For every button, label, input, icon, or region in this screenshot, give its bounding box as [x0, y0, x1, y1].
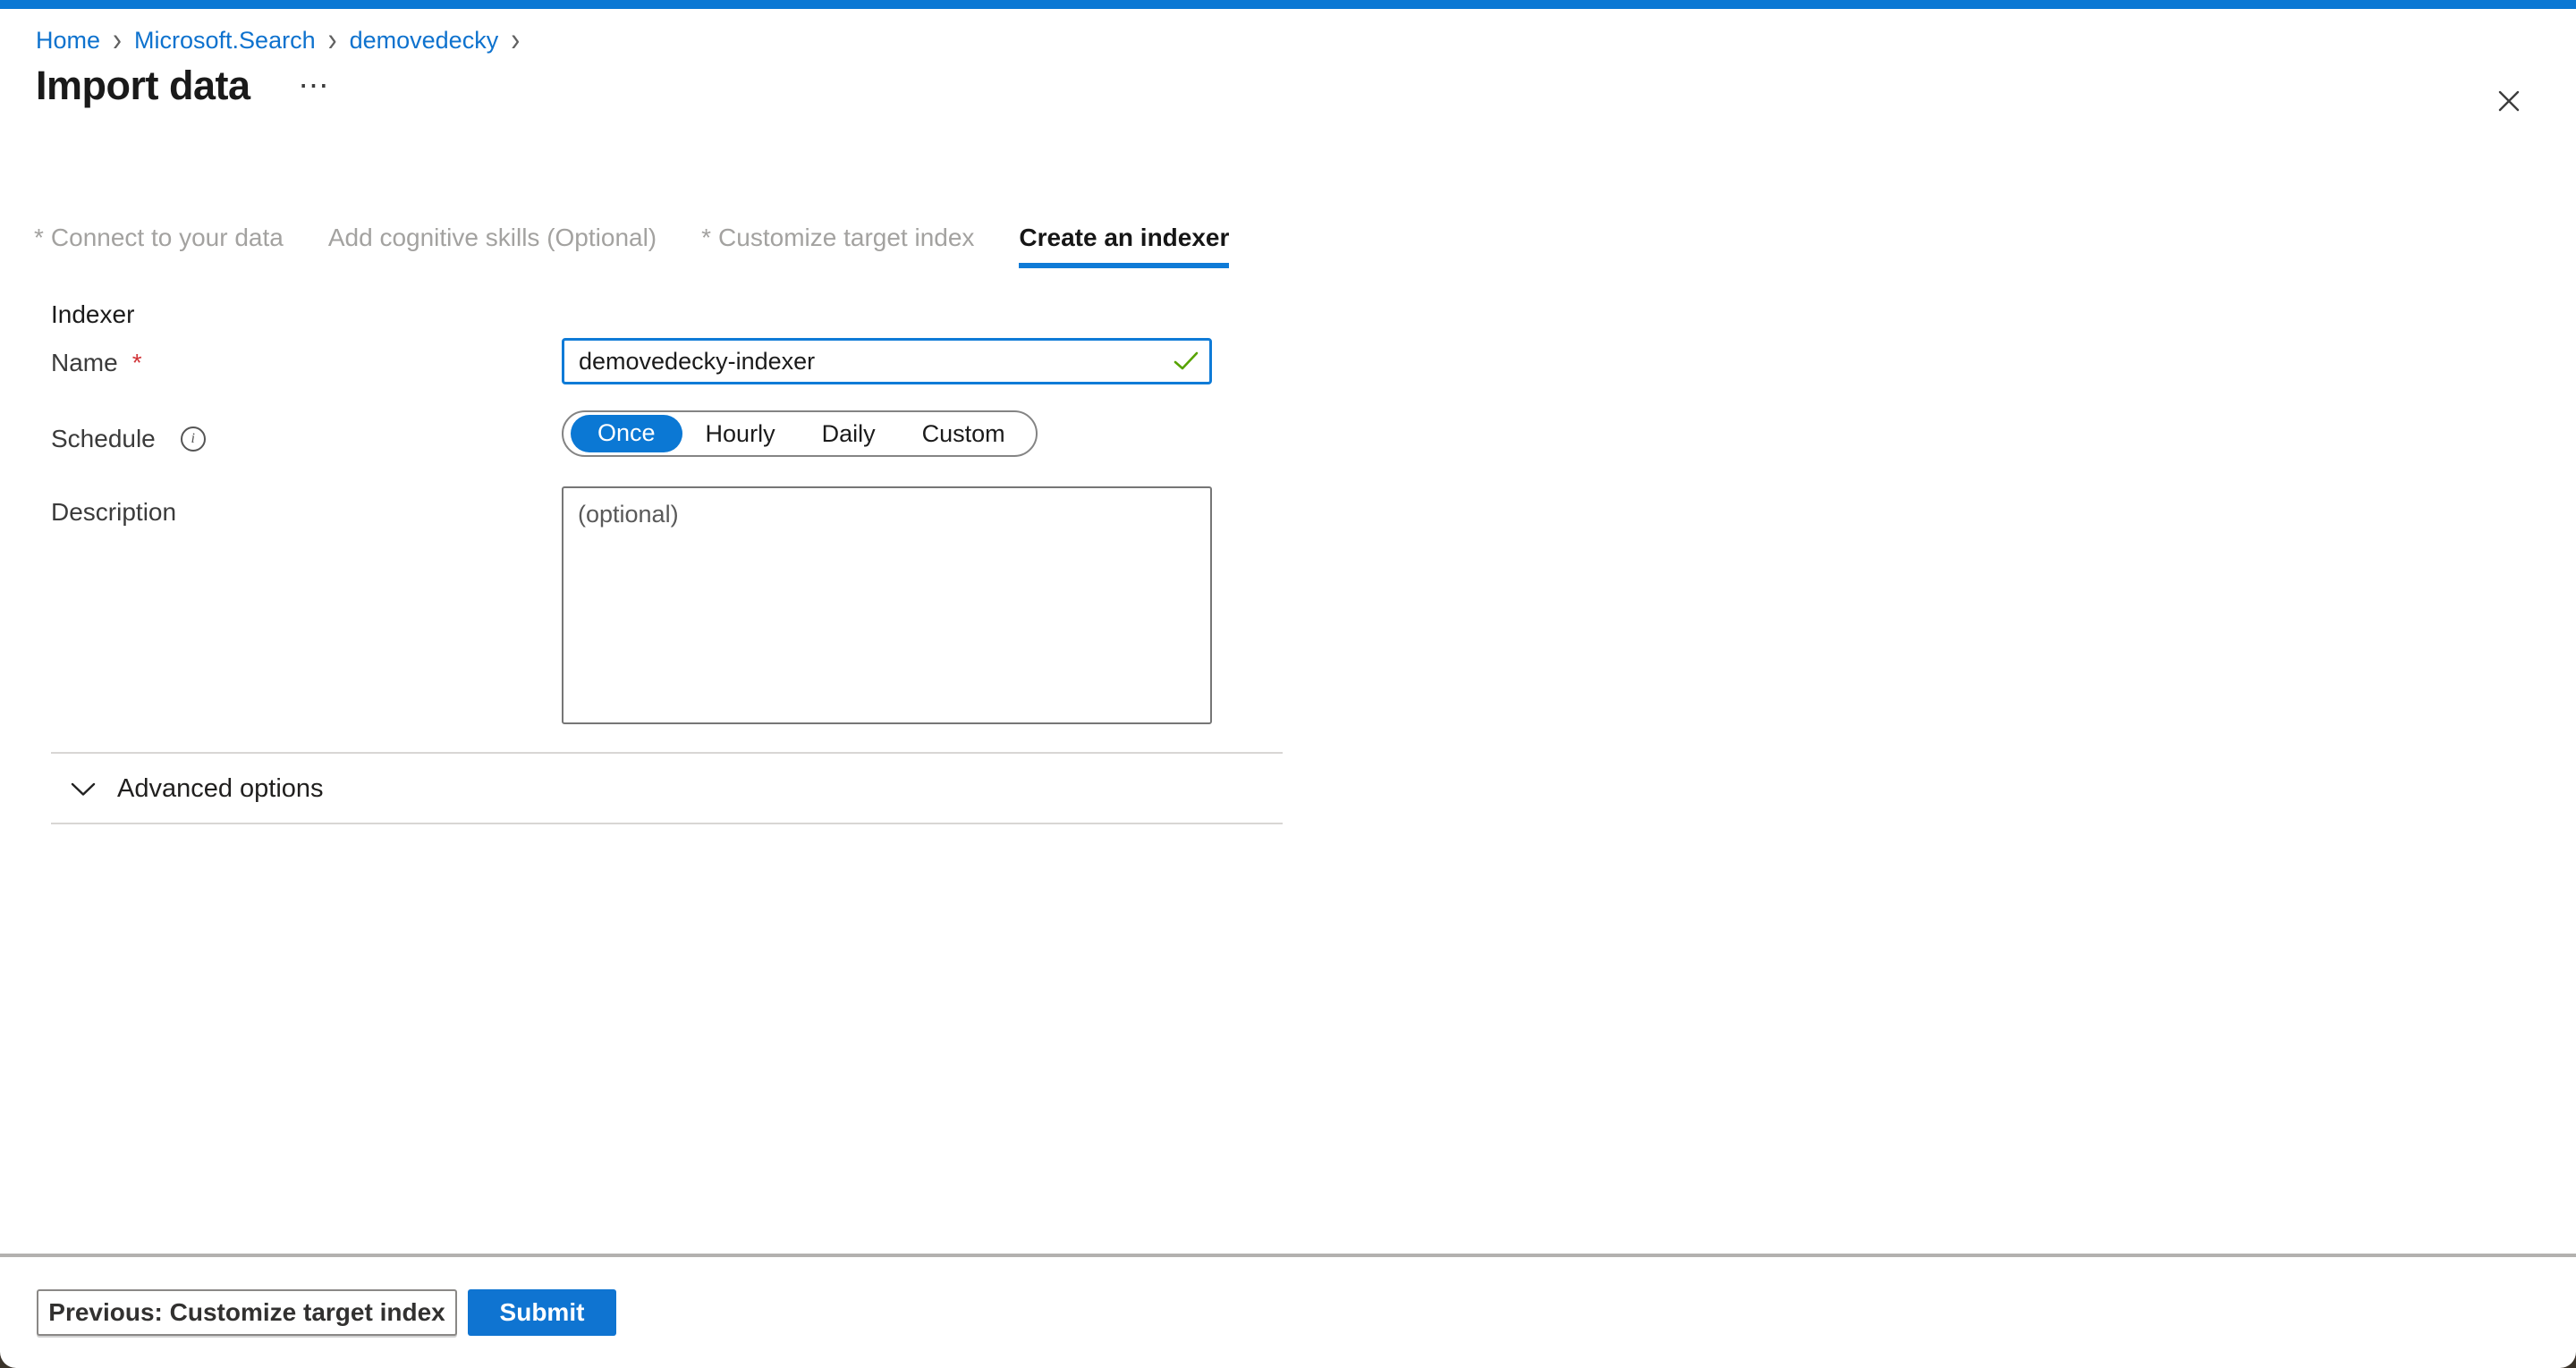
description-field-label: Description — [51, 498, 176, 527]
wizard-tabs: * Connect to your data Add cognitive ski… — [34, 224, 1229, 268]
breadcrumb: Home › Microsoft.Search › demovedecky › — [36, 25, 520, 55]
azure-accent-bar — [0, 0, 2576, 9]
chevron-right-icon: › — [113, 23, 122, 57]
indexer-name-input[interactable] — [562, 338, 1212, 384]
required-asterisk: * — [132, 349, 142, 377]
schedule-option-custom[interactable]: Custom — [899, 416, 1029, 452]
import-data-page: Home › Microsoft.Search › demovedecky › … — [0, 0, 2576, 1368]
schedule-segmented-control: Once Hourly Daily Custom — [562, 410, 1038, 457]
submit-button[interactable]: Submit — [468, 1289, 616, 1336]
previous-step-button[interactable]: Previous: Customize target index — [37, 1289, 457, 1336]
required-star: * — [701, 224, 711, 252]
title-row: Import data ⋯ — [36, 63, 329, 109]
description-textarea[interactable] — [562, 486, 1212, 724]
tab-customize-target-index[interactable]: * Customize target index — [701, 224, 974, 268]
tab-label: Customize target index — [718, 224, 974, 252]
chevron-right-icon: › — [511, 23, 520, 57]
breadcrumb-item-microsoft-search[interactable]: Microsoft.Search — [134, 25, 316, 55]
valid-checkmark-icon — [1173, 350, 1199, 373]
advanced-options-toggle[interactable]: Advanced options — [71, 774, 324, 804]
tab-label: Create an indexer — [1019, 224, 1229, 252]
chevron-right-icon: › — [328, 23, 337, 57]
advanced-options-label: Advanced options — [117, 774, 324, 804]
schedule-label-text: Schedule — [51, 425, 156, 453]
description-label-text: Description — [51, 498, 176, 527]
close-button[interactable] — [2488, 80, 2529, 122]
close-icon — [2493, 85, 2525, 117]
divider — [51, 823, 1283, 824]
required-star: * — [34, 224, 44, 252]
name-label-text: Name — [51, 349, 118, 377]
ellipsis-icon: ⋯ — [299, 69, 329, 103]
tab-connect-to-your-data[interactable]: * Connect to your data — [34, 224, 284, 268]
page-title: Import data — [36, 63, 250, 109]
schedule-option-once[interactable]: Once — [571, 415, 682, 452]
tab-label: Connect to your data — [51, 224, 284, 252]
info-icon[interactable]: i — [181, 426, 206, 452]
indexer-section-heading: Indexer — [51, 300, 134, 329]
tab-label: Add cognitive skills (Optional) — [328, 224, 657, 252]
breadcrumb-item-demovedecky[interactable]: demovedecky — [350, 25, 499, 55]
schedule-option-daily[interactable]: Daily — [799, 416, 899, 452]
tab-create-an-indexer[interactable]: Create an indexer — [1019, 224, 1229, 268]
chevron-down-icon — [71, 782, 96, 797]
name-field-label: Name * — [51, 349, 142, 377]
breadcrumb-item-home[interactable]: Home — [36, 25, 100, 55]
divider — [51, 752, 1283, 754]
tab-add-cognitive-skills[interactable]: Add cognitive skills (Optional) — [328, 224, 657, 268]
name-field-wrapper — [562, 338, 1212, 384]
schedule-option-hourly[interactable]: Hourly — [682, 416, 799, 452]
footer-divider — [0, 1254, 2576, 1257]
more-options-button[interactable]: ⋯ — [299, 71, 329, 101]
schedule-field-label: Schedule i — [51, 425, 206, 453]
